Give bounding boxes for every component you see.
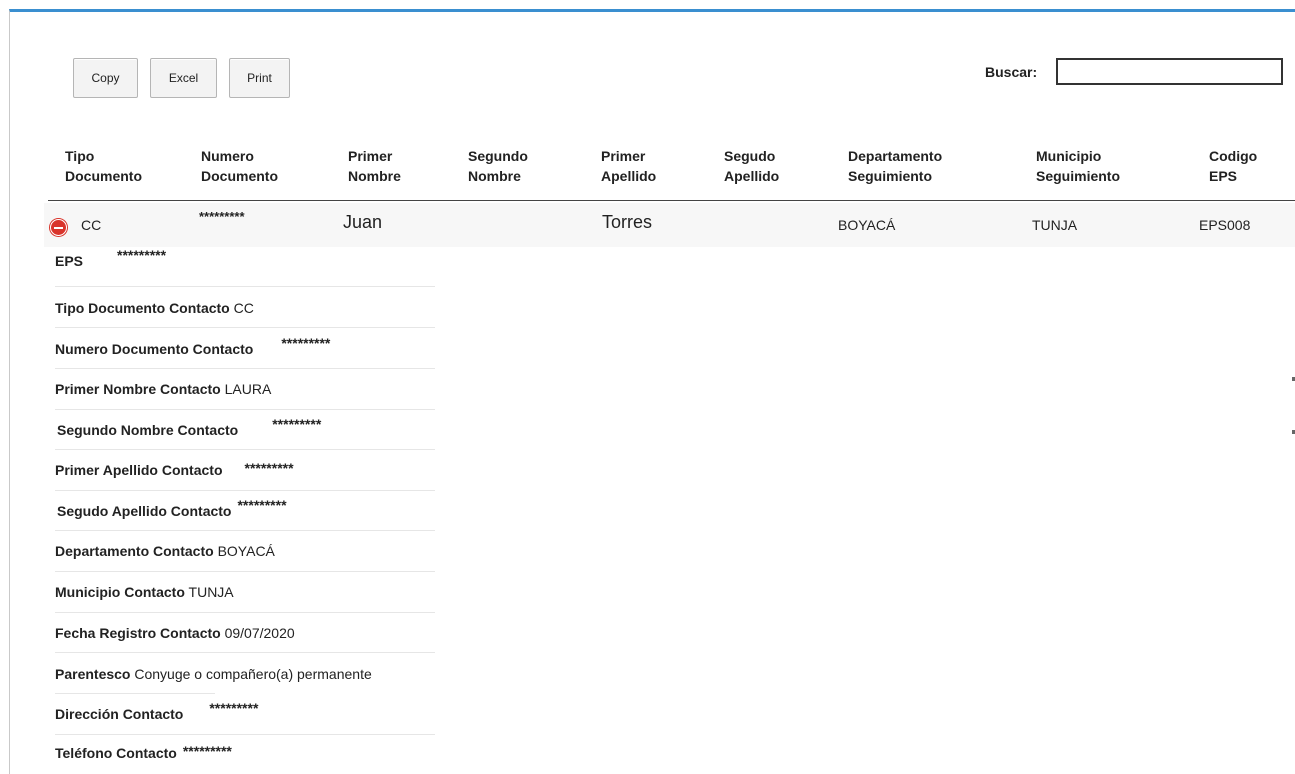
detail-segundo-nombre-contacto: Segundo Nombre Contacto ********* bbox=[57, 416, 322, 438]
detail-divider bbox=[55, 409, 435, 410]
header-divider bbox=[48, 200, 1295, 201]
detail-divider bbox=[55, 612, 435, 613]
detail-divider bbox=[55, 734, 435, 735]
excel-button[interactable]: Excel bbox=[150, 58, 217, 98]
column-header-tipo-documento[interactable]: Tipo Documento bbox=[65, 146, 142, 186]
detail-segundo-apellido-contacto: Segudo Apellido Contacto ********* bbox=[57, 497, 287, 519]
detail-telefono-contacto: Teléfono Contacto ********* bbox=[55, 743, 232, 761]
column-header-codigo-eps[interactable]: Codigo EPS bbox=[1209, 146, 1257, 186]
column-header-numero-documento[interactable]: Numero Documento bbox=[201, 146, 278, 186]
column-header-segundo-apellido[interactable]: Segudo Apellido bbox=[724, 146, 779, 186]
detail-divider bbox=[55, 368, 435, 369]
detail-divider bbox=[55, 449, 435, 450]
detail-divider bbox=[55, 286, 435, 287]
detail-eps: EPS ********* bbox=[55, 247, 167, 269]
detail-numero-documento-contacto: Numero Documento Contacto ********* bbox=[55, 335, 331, 357]
detail-tipo-documento-contacto: Tipo Documento Contacto CC bbox=[55, 300, 254, 316]
print-button[interactable]: Print bbox=[229, 58, 290, 98]
detail-divider bbox=[55, 327, 435, 328]
detail-direccion-contacto: Dirección Contacto ********* bbox=[55, 700, 259, 722]
detail-municipio-contacto: Municipio Contacto TUNJA bbox=[55, 584, 234, 600]
column-header-municipio[interactable]: Municipio Seguimiento bbox=[1036, 146, 1120, 186]
detail-divider bbox=[55, 490, 435, 491]
detail-divider bbox=[55, 652, 435, 653]
cell-departamento: BOYACÁ bbox=[838, 217, 896, 233]
detail-divider bbox=[55, 530, 435, 531]
detail-departamento-contacto: Departamento Contacto BOYACÁ bbox=[55, 543, 275, 559]
cell-codigo-eps: EPS008 bbox=[1199, 217, 1251, 233]
detail-primer-apellido-contacto: Primer Apellido Contacto ********* bbox=[55, 460, 294, 478]
cell-municipio: TUNJA bbox=[1032, 217, 1078, 233]
cell-primer-apellido: Torres bbox=[602, 212, 653, 232]
cell-tipo-documento: CC bbox=[81, 217, 102, 233]
column-header-primer-apellido[interactable]: Primer Apellido bbox=[601, 146, 656, 186]
collapse-row-icon[interactable] bbox=[50, 219, 67, 236]
search-label: Buscar: bbox=[985, 64, 1038, 80]
column-header-departamento[interactable]: Departamento Seguimiento bbox=[848, 146, 942, 186]
detail-primer-nombre-contacto: Primer Nombre Contacto LAURA bbox=[55, 381, 272, 397]
detail-parentesco: Parentesco Conyuge o compañero(a) perman… bbox=[55, 666, 372, 682]
copy-button[interactable]: Copy bbox=[73, 58, 138, 98]
cell-primer-nombre: Juan bbox=[343, 212, 383, 232]
detail-divider bbox=[55, 571, 435, 572]
cell-numero-documento: ********* bbox=[199, 209, 245, 224]
detail-fecha-registro-contacto: Fecha Registro Contacto 09/07/2020 bbox=[55, 625, 295, 641]
column-header-primer-nombre[interactable]: Primer Nombre bbox=[348, 146, 401, 186]
search-input[interactable] bbox=[1056, 58, 1283, 85]
detail-divider bbox=[55, 693, 215, 694]
column-header-segundo-nombre[interactable]: Segundo Nombre bbox=[468, 146, 528, 186]
